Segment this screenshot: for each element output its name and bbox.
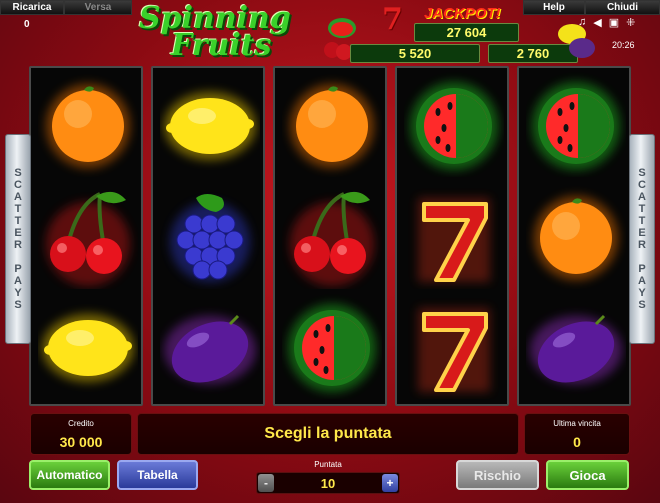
last-win-value: 0 [573,434,581,450]
watermelon-icon [526,72,626,177]
scatter-letter: A [14,275,22,287]
bet-value: 10 [320,476,336,491]
watermelon-icon [404,72,504,177]
scatter-letter: T [14,203,22,215]
scatter-letter: Y [638,287,646,299]
music-icon[interactable]: ♫ [578,16,586,29]
last-win-label: Ultima vincita [553,419,601,428]
sound-icon[interactable]: ◀ [593,16,601,29]
reel-5 [517,66,631,406]
reel-2 [151,66,265,406]
jackpot-main-value: 27 604 [414,23,519,42]
scatter-letter: C [14,179,22,191]
lemon-icon [160,72,260,177]
versa-button[interactable]: Versa [64,0,132,15]
bet-plus-button[interactable]: + [382,474,398,492]
seven-icon [404,294,504,399]
scatter-letter [16,251,19,263]
scatter-letter: S [638,299,646,311]
plum-icon [526,294,626,399]
settings-icons: ♫ ◀ ▣ ⁜ [578,16,635,29]
reel-3 [273,66,387,406]
scatter-letter: S [638,167,646,179]
scatter-letter: T [638,203,646,215]
bet-minus-button[interactable]: - [258,474,274,492]
plum-icon [160,294,260,399]
bet-label: Puntata [314,460,342,469]
message-box: Scegli la puntata [137,413,519,455]
clock: 20:26 [612,40,635,50]
help-button[interactable]: Help [523,0,585,15]
scatter-letter: A [638,191,646,203]
orange-icon [526,184,626,289]
orange-icon [38,72,138,177]
scatter-letter: P [638,263,646,275]
reel-1 [29,66,143,406]
scatter-letter: T [14,215,22,227]
ricarica-button[interactable]: Ricarica [0,0,64,15]
scatter-letter: E [14,227,22,239]
scatter-letter: S [14,299,22,311]
scatter-letter: C [638,179,646,191]
grape-icon [160,184,260,289]
scatter-letter: A [638,275,646,287]
credit-value: 30 000 [59,434,103,450]
scatter-letter: P [14,263,22,275]
rischio-button[interactable]: Rischio [456,460,539,490]
reels-area [29,66,631,406]
cherry-icon [282,184,382,289]
scatter-letter [640,251,643,263]
grid-icon[interactable]: ⁜ [626,16,635,29]
scatter-letter: Y [14,287,22,299]
credit-box: Credito 30 000 [30,413,132,455]
game-logo: Spinning Fruits [133,1,333,63]
scatter-letter: R [638,239,646,251]
balance-value: 0 [24,19,30,30]
last-win-box: Ultima vincita 0 [524,413,630,455]
jackpot-seven-icon: 7 [382,2,403,37]
scatter-letter: S [14,167,22,179]
tabella-button[interactable]: Tabella [117,460,198,490]
scatter-pays-left: SCATTER PAYS [5,134,31,344]
logo-line2: Fruits [171,28,272,63]
gioca-button[interactable]: Gioca [546,460,629,490]
scatter-letter: R [14,239,22,251]
automatico-button[interactable]: Automatico [29,460,110,490]
scatter-pays-right: SCATTER PAYS [629,134,655,344]
jackpot-title: JACKPOT! [424,5,501,22]
message-text: Scegli la puntata [264,425,392,442]
seven-icon [404,184,504,289]
scatter-letter: A [14,191,22,203]
cherry-icon [38,184,138,289]
lemon-icon [38,294,138,399]
top-bar: Ricarica Versa 0 Spinning Fruits 7 JACKP… [0,0,660,63]
orange-icon [282,72,382,177]
scatter-letter: T [638,215,646,227]
jackpot-left-value: 5 520 [350,44,480,63]
fullscreen-icon[interactable]: ▣ [609,16,619,29]
credit-label: Credito [68,419,94,428]
scatter-letter: E [638,227,646,239]
chiudi-button[interactable]: Chiudi [585,0,660,15]
reel-4 [395,66,509,406]
bottom-panel: Credito 30 000 Scegli la puntata Ultima … [0,408,660,503]
watermelon-icon [282,294,382,399]
bet-control: Puntata - 10 + [256,460,400,496]
